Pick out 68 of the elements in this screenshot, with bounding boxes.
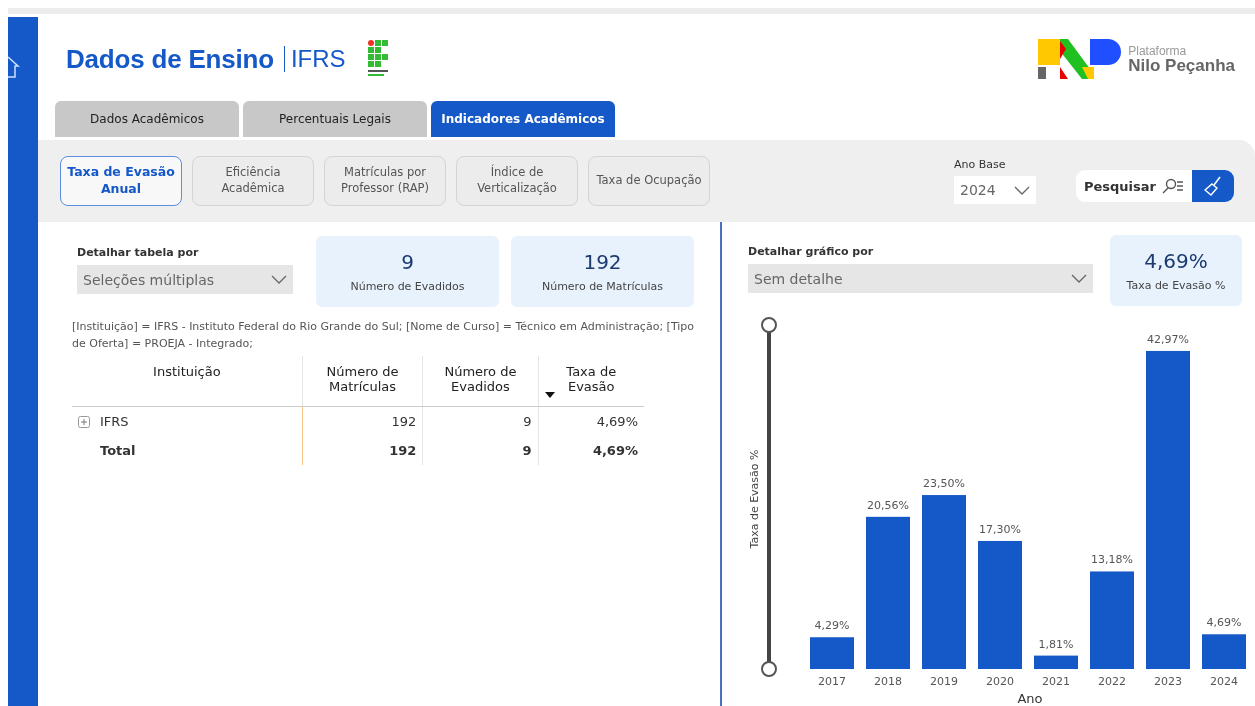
column-header[interactable]: Instituição <box>72 356 303 407</box>
filter-summary: [Instituição] = IFRS - Instituto Federal do Rio Grande do Sul; [Nome de Curso] = Técnico em Administração; [Tipo de Oferta] = PROEJA - Integrado; <box>72 319 696 352</box>
expand-icon[interactable] <box>78 415 90 428</box>
bar[interactable] <box>1034 655 1078 669</box>
nav-tab[interactable]: Dados Acadêmicos <box>55 101 239 137</box>
nav-tab[interactable]: Indicadores Acadêmicos <box>431 101 615 137</box>
x-axis-label: 2019 <box>930 675 958 688</box>
kpi-value: 4,69% <box>1144 249 1208 273</box>
data-label: 1,81% <box>1038 637 1074 651</box>
x-axis-label: 2022 <box>1098 675 1126 688</box>
bar[interactable] <box>810 637 854 669</box>
chevron-icon <box>1013 185 1030 195</box>
broom-icon <box>1204 176 1222 196</box>
chevron-icon <box>271 275 287 284</box>
x-axis-label: 2024 <box>1210 675 1238 688</box>
search-button[interactable]: Pesquisar <box>1075 170 1234 202</box>
data-label: 4,29% <box>814 619 850 633</box>
column-header[interactable]: Número de Matrículas <box>302 356 423 407</box>
x-axis-label: 2020 <box>986 675 1014 688</box>
column-header[interactable]: Taxa de Evasão <box>538 356 644 407</box>
field-label: Detalhar tabela por <box>77 246 200 259</box>
field-label: Detalhar gráfico por <box>748 245 875 258</box>
indicator-button[interactable]: Matrículas por Professor (RAP) <box>324 156 446 206</box>
data-label: 17,30% <box>979 522 1021 536</box>
indicator-button[interactable]: Taxa de Ocupação <box>588 156 710 206</box>
field-label: Ano Base <box>953 158 1007 171</box>
table-cell: 4,69% <box>538 436 644 465</box>
x-axis-label: 2018 <box>874 675 902 688</box>
x-axis-label: 2021 <box>1042 675 1070 688</box>
table-cell: 4,69% <box>538 406 644 436</box>
nav-tab[interactable]: Percentuais Legais <box>243 101 427 137</box>
y-axis-title: Taxa de Evasão % <box>748 449 761 549</box>
kpi-value: 9 <box>401 250 414 274</box>
data-label: 20,56% <box>867 498 909 512</box>
range-slider[interactable] <box>761 317 777 677</box>
indicator-button[interactable]: Taxa de Evasão Anual <box>60 156 182 206</box>
brand-name: Nilo Peçanha <box>1128 56 1235 74</box>
column-header[interactable]: Número de Evadidos <box>422 356 538 407</box>
indicator-button[interactable]: Índice de Verticalização <box>456 156 578 206</box>
kpi-value: 192 <box>583 250 622 274</box>
data-label: 4,69% <box>1206 616 1242 630</box>
x-axis-title: Ano <box>1017 691 1043 706</box>
table-cell: IFRS <box>100 414 129 429</box>
dashboard-title: Dados de Ensino <box>66 43 274 75</box>
kpi-label: Taxa de Evasão % <box>1126 279 1226 292</box>
indicator-button[interactable]: Eficiência Acadêmica <box>192 156 314 206</box>
search-icon <box>1162 178 1184 194</box>
data-label: 42,97% <box>1147 332 1189 346</box>
kpi-label: Número de Evadidos <box>350 280 465 293</box>
bar[interactable] <box>1202 634 1246 669</box>
table-cell: 9 <box>422 436 538 465</box>
table-cell: 192 <box>302 436 423 465</box>
data-label: 13,18% <box>1091 553 1133 567</box>
x-axis-label: 2023 <box>1154 675 1182 688</box>
chevron-icon <box>1071 274 1087 283</box>
table-cell: 9 <box>422 406 538 436</box>
year-dropdown[interactable]: 2024 <box>953 176 1036 204</box>
data-label: 23,50% <box>923 477 965 491</box>
institute-logo <box>367 40 390 78</box>
table-cell: 192 <box>302 406 423 436</box>
kpi-label: Número de Matrículas <box>541 280 664 293</box>
table-cell: Total <box>100 443 136 458</box>
detail-dropdown[interactable]: Sem detalhe <box>748 264 1093 293</box>
detail-dropdown[interactable]: Seleções múltiplas <box>77 265 293 294</box>
x-axis-label: 2017 <box>818 675 846 688</box>
institution-name: IFRS <box>283 46 346 72</box>
brand-tagline: Plataforma <box>1128 44 1188 57</box>
home-icon[interactable] <box>8 53 22 81</box>
